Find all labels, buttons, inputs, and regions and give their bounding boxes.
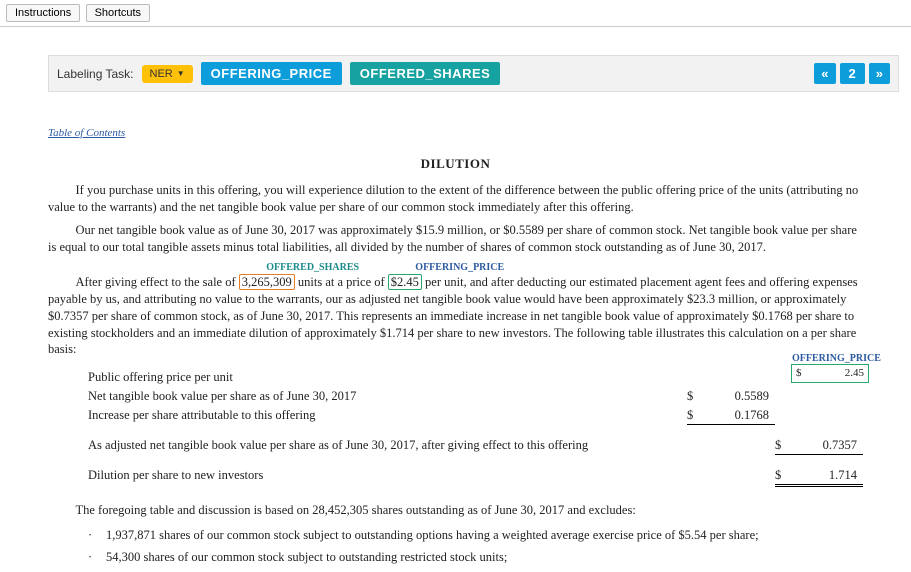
currency-symbol: $ [687, 407, 705, 425]
paragraph: After giving effect to the sale of OFFER… [48, 274, 863, 358]
row-label: Net tangible book value per share as of … [88, 388, 687, 405]
table-row: Dilution per share to new investors $ 1.… [88, 466, 863, 488]
cell-value: 1.714 [793, 467, 863, 487]
list-item: · 1,937,871 shares of our common stock s… [88, 527, 863, 544]
currency-symbol: $ [775, 467, 793, 487]
prev-page-button[interactable]: « [814, 63, 835, 84]
table-row: Net tangible book value per share as of … [88, 387, 863, 406]
financial-table: OFFERING_PRICE $ 2.45 Public offering pr… [88, 368, 863, 487]
paragraph: Our net tangible book value as of June 3… [48, 222, 863, 256]
cell-value: 0.1768 [705, 407, 775, 425]
paragraph: If you purchase units in this offering, … [48, 182, 863, 216]
annotated-value: 3,265,309 [239, 274, 295, 290]
task-bar: Labeling Task: NER ▼ OFFERING_PRICE OFFE… [48, 55, 899, 92]
bullet-icon: · [88, 527, 106, 544]
table-row: Public offering price per unit [88, 368, 863, 387]
annotation-offered-shares[interactable]: OFFERED_SHARES3,265,309 [239, 275, 295, 289]
currency-symbol: $ [775, 437, 793, 455]
annotation-label: OFFERING_PRICE [792, 352, 881, 366]
cell-value: 0.7357 [793, 437, 863, 455]
page-number: 2 [840, 63, 865, 84]
doc-title: DILUTION [48, 155, 863, 173]
row-label: As adjusted net tangible book value per … [88, 437, 687, 454]
document-pane: Table of Contents DILUTION If you purcha… [48, 108, 863, 566]
text: After giving effect to the sale of [76, 275, 239, 289]
list-item: · 54,300 shares of our common stock subj… [88, 549, 863, 566]
cell-value: 0.5589 [705, 388, 775, 405]
bullet-list: · 1,937,871 shares of our common stock s… [88, 527, 863, 567]
table-row: Increase per share attributable to this … [88, 406, 863, 426]
list-text: 54,300 shares of our common stock subjec… [106, 549, 507, 566]
row-label: Increase per share attributable to this … [88, 407, 687, 424]
currency-symbol: $ [796, 366, 802, 381]
annotation-label: OFFERING_PRICE [388, 261, 504, 275]
list-text: 1,937,871 shares of our common stock sub… [106, 527, 759, 544]
annotation-offering-price[interactable]: OFFERING_PRICE$2.45 [388, 275, 422, 289]
bullet-icon: · [88, 549, 106, 566]
ner-dropdown[interactable]: NER ▼ [142, 65, 193, 83]
row-label: Dilution per share to new investors [88, 467, 687, 484]
currency-symbol: $ [687, 388, 705, 405]
annotated-value: 2.45 [845, 366, 864, 381]
pager: « 2 » [814, 63, 890, 84]
row-label: Public offering price per unit [88, 369, 687, 386]
tag-offered-shares[interactable]: OFFERED_SHARES [350, 62, 501, 85]
table-row: As adjusted net tangible book value per … [88, 436, 863, 456]
annotation-label: OFFERED_SHARES [239, 261, 359, 275]
top-toolbar: Instructions Shortcuts [0, 0, 911, 27]
annotated-value: $2.45 [388, 274, 422, 290]
shortcuts-button[interactable]: Shortcuts [86, 4, 150, 22]
table-of-contents-link[interactable]: Table of Contents [48, 126, 125, 141]
caret-down-icon: ▼ [177, 69, 185, 78]
text: units at a price of [295, 275, 388, 289]
next-page-button[interactable]: » [869, 63, 890, 84]
paragraph: The foregoing table and discussion is ba… [48, 502, 863, 519]
task-label: Labeling Task: [57, 67, 134, 81]
instructions-button[interactable]: Instructions [6, 4, 80, 22]
ner-text: NER [150, 68, 173, 80]
annotation-offering-price-cell[interactable]: OFFERING_PRICE $ 2.45 [791, 364, 869, 383]
tag-offering-price[interactable]: OFFERING_PRICE [201, 62, 342, 85]
